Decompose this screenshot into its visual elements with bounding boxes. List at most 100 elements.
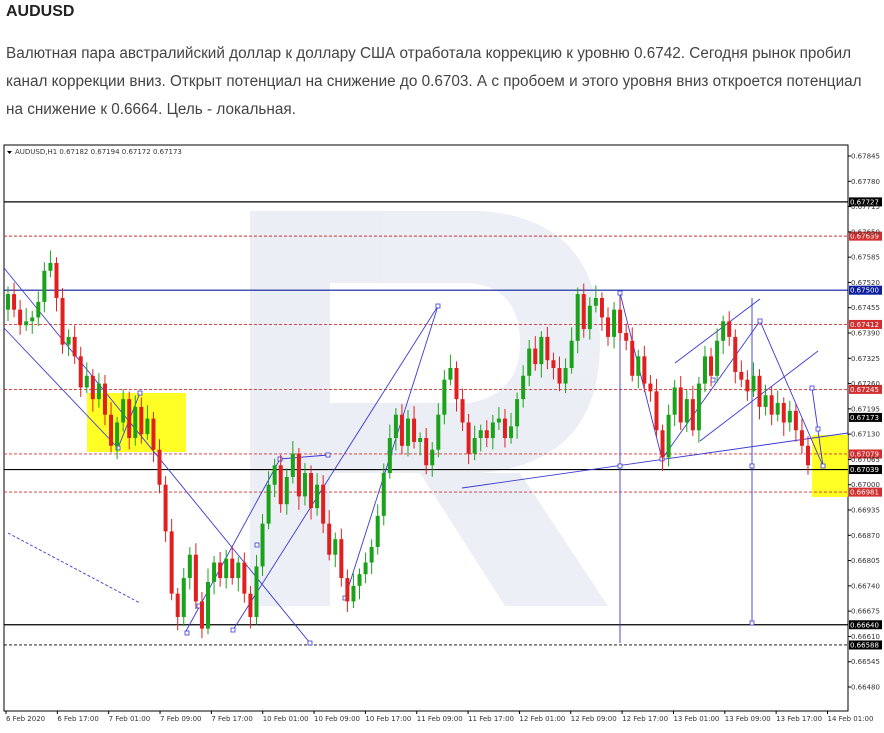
candle-body (175, 593, 180, 617)
candle-body (618, 309, 623, 333)
level-label: 0.67412 (850, 321, 879, 329)
candle-body (630, 340, 635, 376)
candle-body (751, 375, 756, 392)
y-tick-label: 0.67845 (851, 153, 880, 161)
y-tick-label: 0.67455 (851, 304, 880, 312)
x-tick-label: 13 Feb 09:00 (725, 715, 771, 723)
y-tick-label: 0.67325 (851, 355, 880, 363)
candle-body (206, 581, 210, 629)
candle-body (715, 340, 720, 376)
candle-body (745, 379, 750, 392)
candle-body (115, 422, 120, 446)
candle-body (369, 546, 374, 563)
candle-body (193, 554, 198, 602)
candle-body (333, 539, 338, 555)
candle-body (460, 399, 465, 423)
candle-body (399, 414, 404, 446)
candle-body (127, 399, 132, 439)
candle-body (339, 539, 344, 579)
candle-body (502, 418, 507, 439)
candle-body (78, 356, 83, 388)
candle-body (6, 294, 10, 310)
candle-body (739, 371, 744, 380)
candle-body (163, 484, 168, 532)
candle-body (363, 562, 368, 575)
candle-body (442, 379, 447, 415)
y-tick-label: 0.66480 (851, 684, 880, 692)
candle-body (406, 418, 410, 446)
candle-body (327, 523, 332, 555)
candle-body (60, 297, 65, 345)
anchor-point (710, 377, 716, 383)
candle-body (769, 395, 774, 415)
candle-body (242, 562, 247, 594)
candle-body (351, 585, 356, 602)
candle-body (496, 418, 501, 423)
anchor-point (230, 627, 236, 633)
candle-body (624, 333, 629, 341)
candle-body (799, 430, 804, 446)
anchor-point (659, 456, 665, 462)
analysis-text: Валютная пара австралийский доллар к дол… (6, 45, 862, 118)
anchor-point (815, 426, 821, 432)
candle-body (702, 356, 707, 384)
candle-body (290, 453, 295, 477)
candle-body (139, 406, 144, 435)
y-tick-label: 0.66805 (851, 557, 880, 565)
candle-body (266, 484, 271, 524)
y-tick-label: 0.66545 (851, 658, 880, 666)
candle-body (545, 336, 550, 361)
x-tick-label: 11 Feb 09:00 (417, 715, 463, 723)
level-label: 0.67173 (850, 414, 879, 422)
candle-body (387, 438, 392, 474)
candle-body (54, 262, 59, 298)
candle-body (84, 375, 89, 388)
x-tick-label: 6 Feb 2020 (6, 715, 45, 723)
candle-body (381, 473, 386, 516)
candle-body (551, 360, 556, 369)
level-label: 0.66588 (850, 641, 879, 649)
x-tick-label: 6 Feb 17:00 (57, 715, 98, 723)
candle-body (36, 301, 41, 318)
candle-body (199, 601, 204, 629)
candle-body (24, 321, 29, 326)
highlight-box-2 (812, 435, 848, 497)
anchor-point (184, 630, 190, 636)
candle-body (581, 294, 586, 330)
y-tick-label: 0.66675 (851, 608, 880, 616)
candle-body (187, 554, 192, 579)
candle-body (557, 368, 562, 384)
candle-body (284, 476, 289, 505)
y-tick-label: 0.67650 (851, 228, 880, 236)
candle-body (654, 391, 659, 431)
candle-body (793, 410, 798, 431)
candle-body (775, 403, 780, 415)
level-label: 0.67500 (850, 287, 879, 295)
candle-body (169, 531, 174, 594)
y-tick-label: 0.67065 (851, 456, 880, 464)
candle-body (690, 399, 695, 431)
anchor-point (749, 463, 755, 469)
y-tick-label: 0.67130 (851, 431, 880, 439)
candle-body (72, 336, 77, 357)
candle-body (260, 523, 265, 567)
anchor-point (749, 620, 755, 626)
candle-body (666, 414, 671, 458)
candle-body (521, 375, 526, 400)
candle-body (678, 387, 683, 423)
x-tick-label: 7 Feb 17:00 (211, 715, 252, 723)
candle-body (230, 558, 235, 579)
y-tick-label: 0.66740 (851, 582, 880, 590)
anchor-point (137, 390, 143, 396)
x-tick-label: 12 Feb 09:00 (571, 715, 617, 723)
candle-body (527, 348, 532, 376)
x-tick-label: 11 Feb 17:00 (468, 715, 514, 723)
candle-body (781, 403, 786, 423)
candle-body (593, 297, 598, 306)
candle-body (569, 340, 574, 369)
x-tick-label: 12 Feb 01:00 (519, 715, 565, 723)
x-tick-label: 10 Feb 01:00 (263, 715, 309, 723)
x-tick-label: 10 Feb 09:00 (314, 715, 360, 723)
candle-body (721, 321, 726, 341)
candle-body (181, 578, 186, 617)
